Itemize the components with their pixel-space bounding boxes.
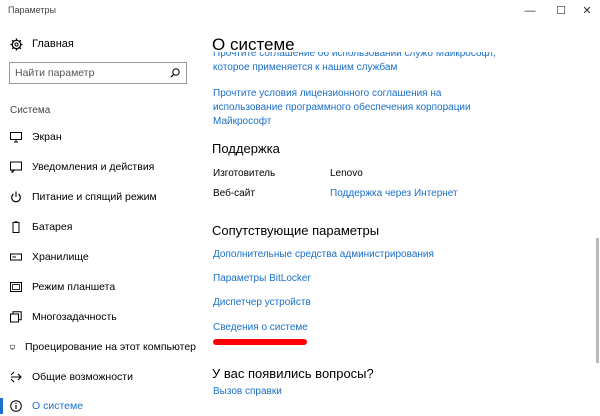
license-terms-link-line-3[interactable]: Майкрософт [213,115,271,129]
title-bar: Параметры — ☐ ✕ [0,0,600,24]
active-indicator [0,398,3,414]
projecting-icon [10,344,15,350]
notifications-icon [10,161,22,173]
red-annotation-underline [213,339,307,345]
bitlocker-settings-link[interactable]: Параметры BitLocker [213,272,311,286]
home-nav-item[interactable]: Главная [10,36,74,52]
home-label: Главная [32,38,74,50]
sidebar-item-about[interactable]: О системе [0,396,196,416]
main-content: О системе Прочтите соглашение об использ… [196,24,586,410]
sidebar-item-power[interactable]: Питание и спящий режим [0,187,196,207]
search-box[interactable] [9,62,187,84]
storage-icon [10,253,22,261]
sidebar-item-label: О системе [32,400,84,412]
sidebar-item-storage[interactable]: Хранилище [0,247,196,267]
license-terms-link-line-1[interactable]: Прочтите условия лицензионного соглашени… [213,87,441,101]
services-agreement-link-line-2[interactable]: которое применяется к нашим службам [213,61,397,75]
support-heading: Поддержка [212,141,280,156]
sidebar-item-label: Батарея [32,221,73,233]
online-support-link[interactable]: Поддержка через Интернет [330,188,458,199]
clipped-services-link-area: Прочтите соглашение об использовании слу… [196,52,586,88]
device-manager-link[interactable]: Диспетчер устройств [213,296,311,310]
window-title: Параметры [8,5,56,15]
manufacturer-label: Изготовитель [213,168,276,179]
sidebar-item-shared-experiences[interactable]: Общие возможности [0,367,196,387]
monitor-icon [10,132,22,143]
sidebar-item-label: Общие возможности [32,371,133,383]
get-help-link[interactable]: Вызов справки [213,385,282,399]
system-info-link[interactable]: Сведения о системе [213,321,308,335]
manufacturer-value: Lenovo [330,168,363,179]
minimize-button[interactable]: — [515,0,545,22]
sidebar-item-projecting[interactable]: Проецирование на этот компьютер [0,337,196,357]
battery-icon [12,221,20,233]
sidebar-item-label: Многозадачность [32,311,117,323]
sidebar-item-label: Питание и спящий режим [32,191,157,203]
questions-heading: У вас появились вопросы? [212,366,374,381]
power-icon [11,191,21,203]
sidebar-item-label: Проецирование на этот компьютер [25,341,196,353]
info-icon [10,400,22,412]
services-agreement-link-line-1[interactable]: Прочтите соглашение об использовании слу… [213,52,496,61]
sidebar-item-label: Хранилище [32,251,89,263]
scrollbar-thumb[interactable] [596,238,599,363]
section-label-system: Система [10,105,51,116]
website-label: Веб-сайт [213,188,255,199]
search-input[interactable] [15,65,165,81]
multitasking-icon [10,311,22,323]
sidebar: Главная Система Экран Уведомления и дейс… [0,24,196,414]
sidebar-item-label: Экран [32,131,62,143]
gear-icon [10,38,23,50]
sidebar-item-display[interactable]: Экран [0,127,196,147]
close-button[interactable]: ✕ [572,0,600,22]
related-settings-heading: Сопутствующие параметры [212,223,380,238]
search-icon[interactable] [170,68,180,78]
sidebar-item-tablet-mode[interactable]: Режим планшета [0,277,196,297]
shared-experiences-icon [10,371,22,383]
sidebar-item-notifications[interactable]: Уведомления и действия [0,157,196,177]
sidebar-item-label: Уведомления и действия [32,161,155,173]
tablet-icon [10,282,22,292]
license-terms-link-line-2[interactable]: использование программного обеспечения к… [213,101,471,115]
admin-tools-link[interactable]: Дополнительные средства администрировани… [213,248,434,262]
sidebar-item-label: Режим планшета [32,281,116,293]
sidebar-item-battery[interactable]: Батарея [0,217,196,237]
sidebar-item-multitasking[interactable]: Многозадачность [0,307,196,327]
